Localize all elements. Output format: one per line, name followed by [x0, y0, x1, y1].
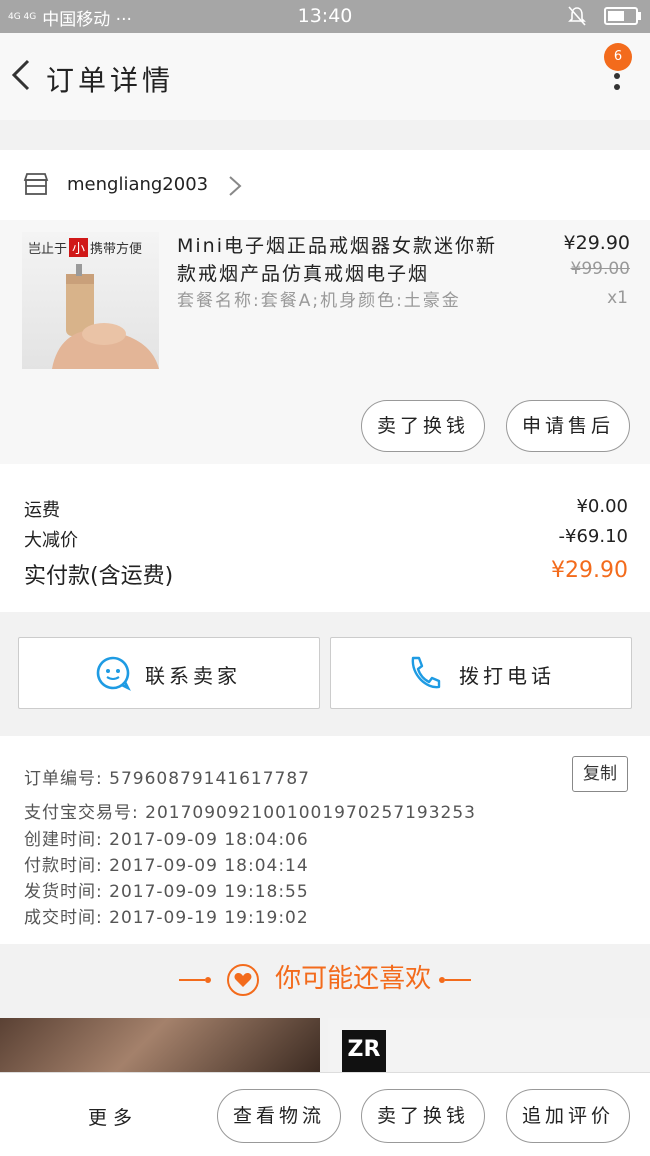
product-quantity: x1 — [607, 288, 628, 308]
view-logistics-button[interactable]: 查看物流 — [217, 1089, 341, 1143]
completed-time: 成交时间: 2017-09-19 19:19:02 — [24, 908, 309, 928]
page-title: 订单详情 — [46, 64, 175, 97]
chat-bubble-icon — [96, 656, 131, 691]
notification-badge: 6 — [604, 43, 632, 71]
brand-logo: ZR — [342, 1030, 386, 1073]
total-label: 实付款(含运费) — [24, 564, 174, 589]
battery-icon — [604, 7, 641, 25]
recommend-item-image[interactable]: ZR — [328, 1018, 650, 1073]
contact-seller-label: 联系卖家 — [145, 664, 241, 688]
product-title[interactable]: Mini电子烟正品戒烟器女款迷你新款戒烟产品仿真戒烟电子烟 — [177, 232, 497, 288]
product-thumbnail[interactable]: 岂止于 小 携带方便 — [22, 232, 159, 369]
resell-bottom-button[interactable]: 卖了换钱 — [361, 1089, 485, 1143]
more-menu-icon[interactable] — [614, 73, 622, 95]
contact-seller-button[interactable]: 联系卖家 — [18, 637, 320, 709]
created-time: 创建时间: 2017-09-09 18:04:06 — [24, 830, 309, 850]
clock: 13:40 — [297, 5, 353, 27]
shop-name: mengliang2003 — [67, 174, 209, 195]
discount-row: 大减价 -¥69.10 — [24, 526, 628, 552]
recommend-title: 你可能还喜欢 — [275, 964, 432, 994]
shipped-time: 发货时间: 2017-09-09 19:18:55 — [24, 882, 309, 902]
discount-value: -¥69.10 — [558, 526, 628, 547]
paid-time: 付款时间: 2017-09-09 18:04:14 — [24, 856, 309, 876]
chevron-right-icon — [229, 176, 242, 196]
product-spec: 套餐名称:套餐A;机身颜色:土豪金 — [177, 291, 461, 311]
order-number: 订单编号: 57960879141617787 — [24, 769, 311, 789]
heart-icon — [226, 963, 259, 996]
recommend-header: 你可能还喜欢 — [0, 944, 650, 1018]
product-price: ¥29.90 — [563, 232, 630, 254]
recommend-item-image[interactable] — [0, 1018, 320, 1073]
more-button[interactable]: 更多 — [88, 1103, 138, 1130]
total-value: ¥29.90 — [551, 558, 628, 583]
after-sale-button[interactable]: 申请售后 — [506, 400, 630, 452]
product-card: 岂止于 小 携带方便 Mini电子烟正品戒烟器女款迷你新款戒烟产品仿真戒烟电子烟… — [0, 220, 650, 464]
phone-icon — [411, 656, 441, 689]
shipping-value: ¥0.00 — [576, 496, 628, 517]
bottom-action-bar: 更多 查看物流 卖了换钱 追加评价 — [0, 1072, 650, 1156]
order-info: 订单编号: 57960879141617787 复制 支付宝交易号: 20170… — [0, 736, 650, 944]
resell-button[interactable]: 卖了换钱 — [361, 400, 485, 452]
call-button[interactable]: 拨打电话 — [330, 637, 632, 709]
shipping-row: 运费 ¥0.00 — [24, 496, 628, 522]
call-label: 拨打电话 — [459, 664, 555, 688]
discount-label: 大减价 — [24, 530, 78, 551]
contact-section: 联系卖家 拨打电话 — [0, 628, 650, 720]
store-icon — [23, 173, 49, 195]
status-bar: 4G 4G 中国移动 ··· 13:40 — [0, 0, 650, 33]
shipping-label: 运费 — [24, 500, 60, 521]
cost-summary: 运费 ¥0.00 大减价 -¥69.10 实付款(含运费) ¥29.90 — [0, 464, 650, 612]
product-old-price: ¥99.00 — [570, 259, 630, 279]
app-header: 订单详情 6 — [0, 33, 650, 120]
product-photo — [52, 264, 159, 369]
add-review-button[interactable]: 追加评价 — [506, 1089, 630, 1143]
alipay-number: 支付宝交易号: 2017090921001001970257193253 — [24, 803, 476, 823]
total-row: 实付款(含运费) ¥29.90 — [24, 558, 628, 590]
back-arrow-icon[interactable] — [10, 59, 32, 91]
copy-button[interactable]: 复制 — [572, 756, 628, 792]
mute-bell-icon — [568, 6, 586, 26]
shop-row[interactable]: mengliang2003 — [0, 150, 650, 220]
